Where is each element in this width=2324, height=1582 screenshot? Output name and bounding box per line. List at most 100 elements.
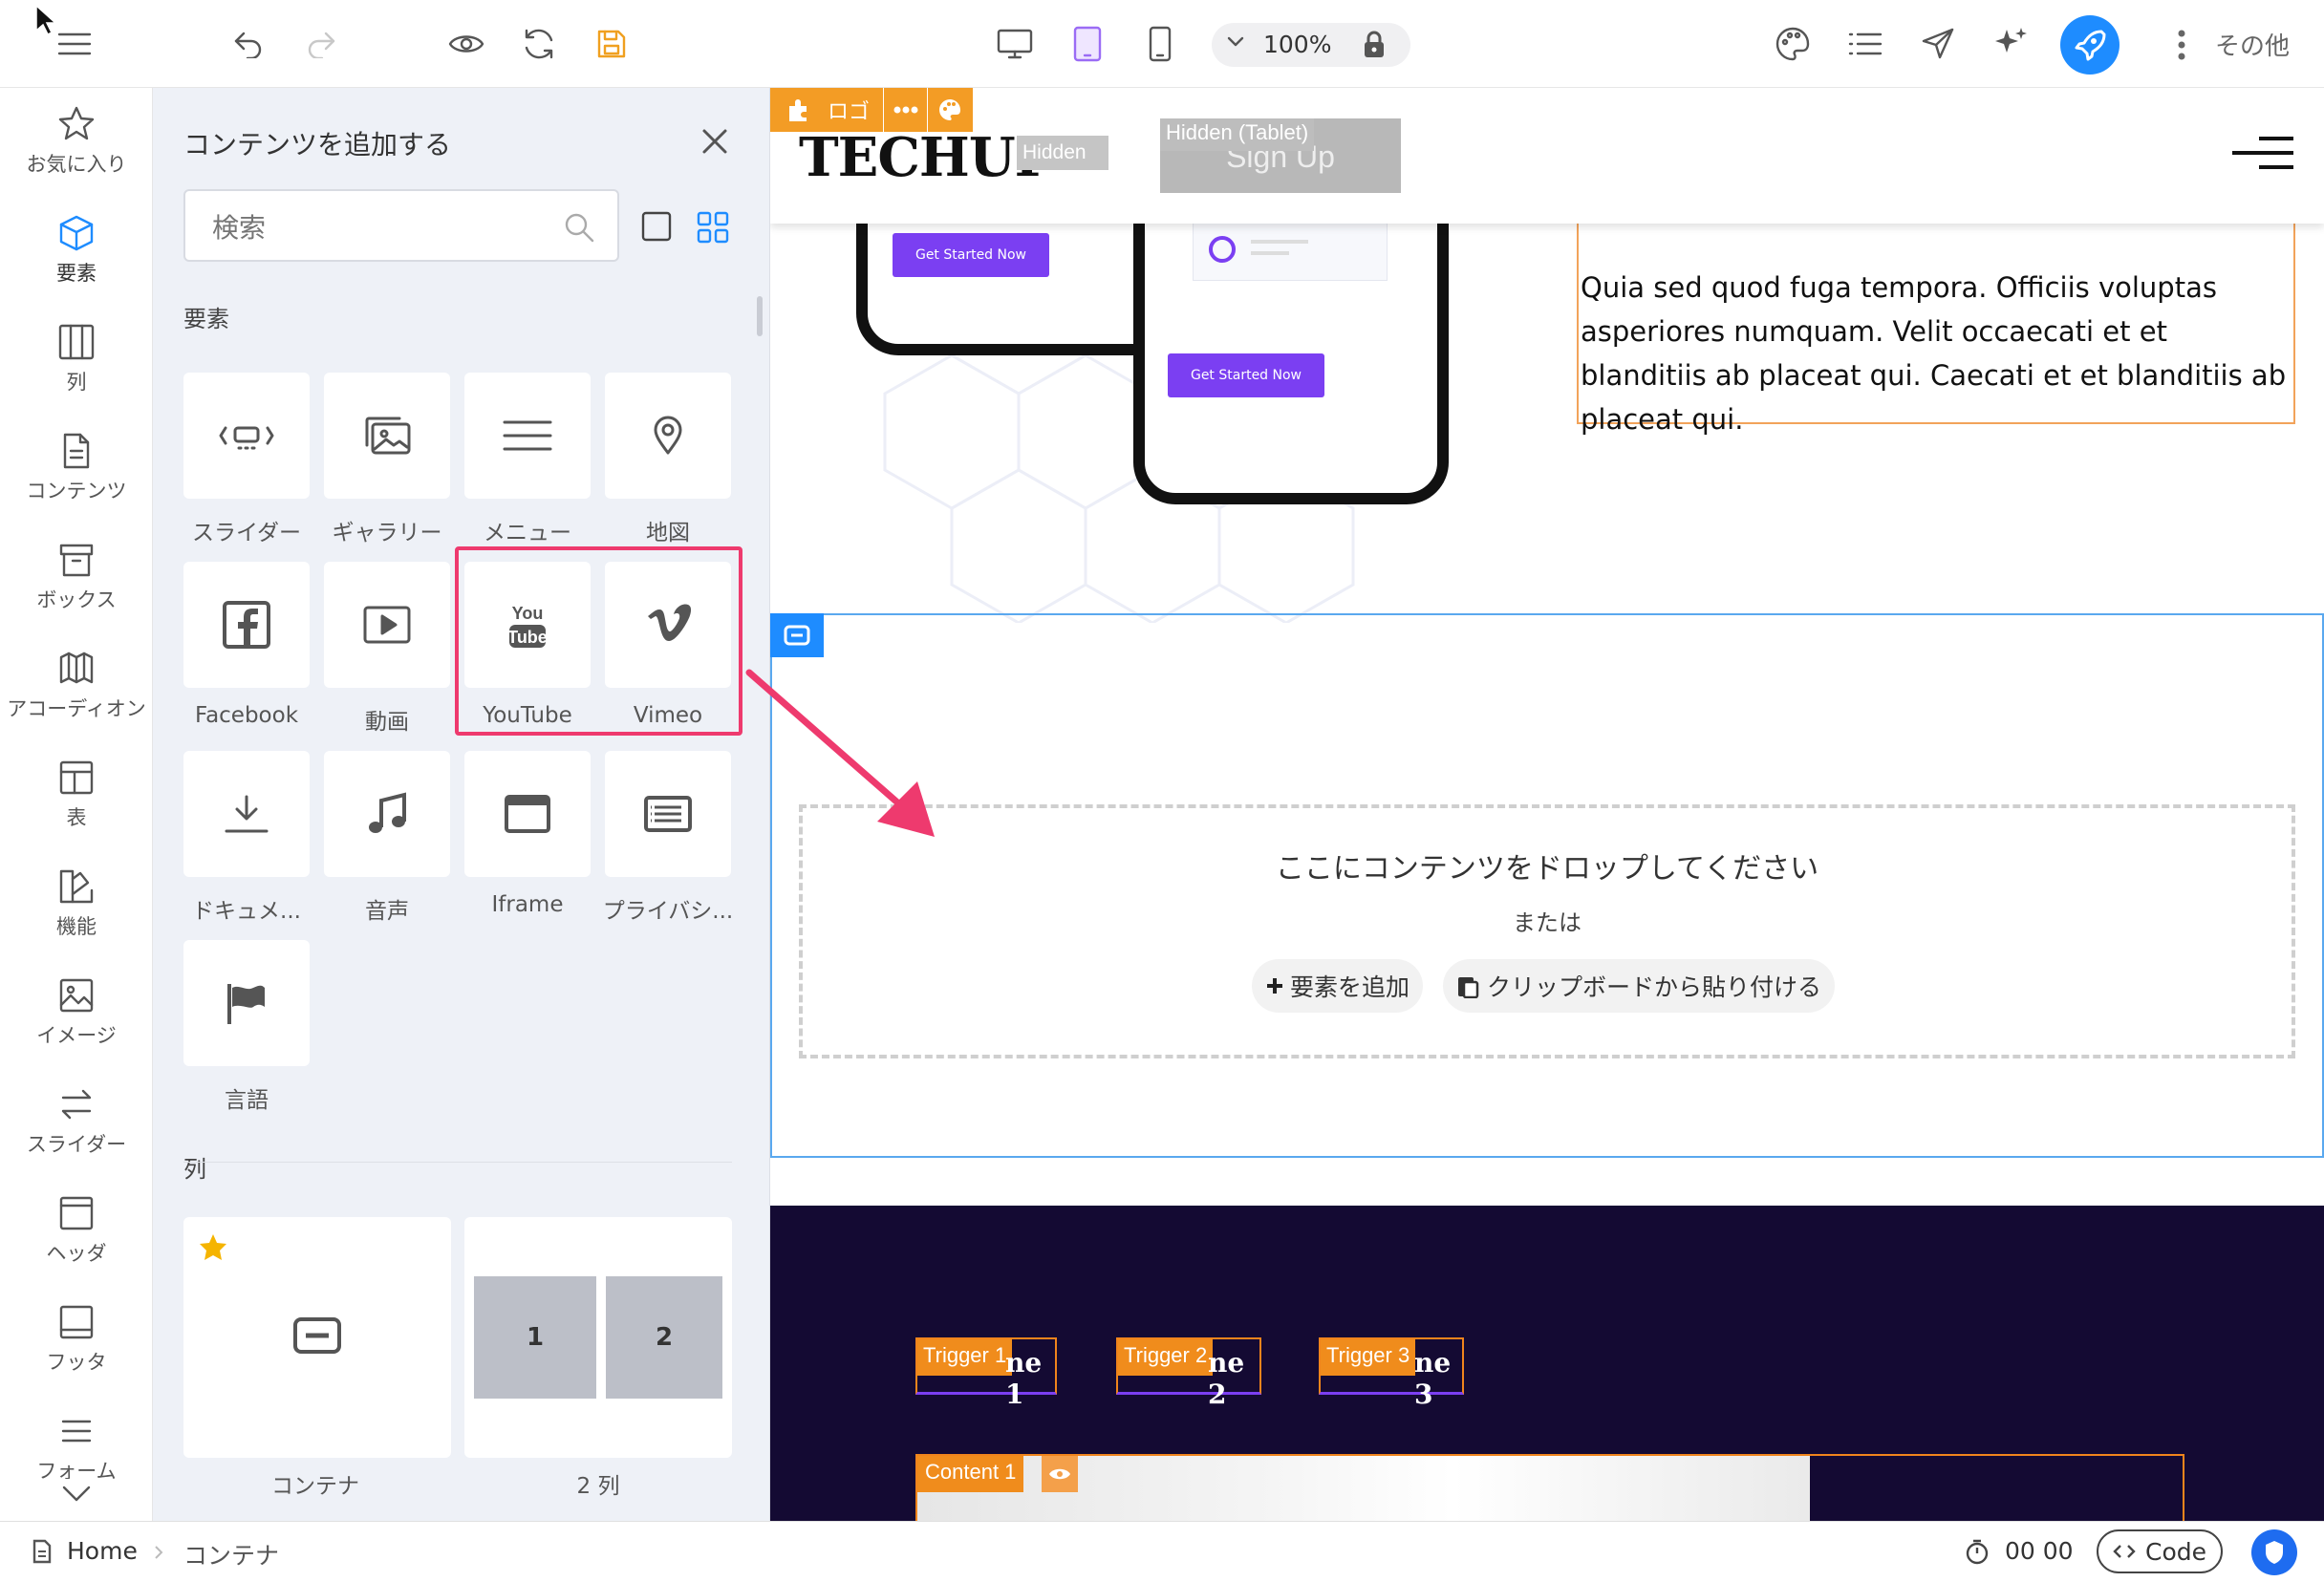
content-panel-1[interactable]: Content 1 (915, 1454, 2184, 1521)
more-vertical-icon[interactable] (2177, 29, 2186, 61)
element-tile-document[interactable] (183, 751, 310, 877)
rail-item-table[interactable]: 表 (0, 759, 153, 831)
rail-label: イメージ (36, 1024, 117, 1047)
element-tile-facebook[interactable] (183, 562, 310, 688)
timer-icon (1966, 1539, 1989, 1565)
rail-item-slider[interactable]: スライダー (0, 1085, 153, 1158)
get-started-button[interactable]: Get Started Now (893, 233, 1049, 277)
send-icon[interactable] (1915, 21, 1961, 67)
close-icon[interactable] (701, 128, 728, 155)
content-tag: Content 1 (917, 1456, 1024, 1492)
rail-label: フォーム (36, 1460, 117, 1479)
column-tile-container[interactable] (183, 1217, 451, 1458)
shield-button[interactable] (2251, 1529, 2297, 1575)
ai-sparkle-icon[interactable] (1988, 21, 2034, 67)
menu-icon (503, 420, 552, 451)
undo-icon[interactable] (226, 21, 271, 67)
element-tile-menu[interactable] (464, 373, 591, 499)
text-block-frame[interactable]: Quia sed quod fuga tempora. Officiis vol… (1577, 222, 2295, 436)
visibility-eye-icon[interactable] (1042, 1456, 1078, 1492)
search-field[interactable] (183, 189, 619, 262)
puzzle-icon (789, 99, 807, 121)
element-tile-iframe[interactable] (464, 751, 591, 877)
chevron-down-icon[interactable] (1227, 36, 1244, 48)
refresh-icon[interactable] (516, 21, 562, 67)
hamburger-menu-icon[interactable] (2230, 136, 2295, 170)
palette-icon[interactable] (1770, 21, 1816, 67)
mobile-view-icon[interactable] (1137, 21, 1183, 67)
drop-zone[interactable]: ここにコンテンツをドロップしてください または 要素を追加 クリップボードから貼… (799, 804, 2295, 1058)
column-cell: 1 (474, 1276, 596, 1399)
rail-scroll-down-icon[interactable] (61, 1485, 92, 1504)
video-icon (363, 606, 411, 644)
zoom-level[interactable]: 100% (1263, 31, 1331, 58)
redo-icon[interactable] (298, 21, 344, 67)
save-icon[interactable] (589, 21, 635, 67)
hamburger-menu-icon[interactable] (52, 21, 97, 67)
rail-item-favorites[interactable]: お気に入り (0, 105, 153, 178)
search-input[interactable] (212, 212, 537, 244)
desktop-view-icon[interactable] (992, 21, 1038, 67)
publish-rocket-button[interactable] (2060, 15, 2120, 75)
rail-item-columns[interactable]: 列 (0, 323, 153, 396)
tablet-view-icon[interactable] (1065, 21, 1110, 67)
rail-item-image[interactable]: イメージ (0, 976, 153, 1049)
rail-item-accordion[interactable]: アコーディオン (0, 650, 153, 722)
rail-item-elements[interactable]: 要素 (0, 214, 153, 287)
element-tile-video[interactable] (324, 562, 450, 688)
lock-icon[interactable] (1363, 31, 1386, 59)
brand-logo[interactable]: TECHUP (799, 126, 1055, 189)
rail-item-header[interactable]: ヘッダ (0, 1194, 153, 1267)
container-handle[interactable] (770, 613, 824, 657)
flag-icon (227, 984, 265, 1024)
rail-item-features[interactable]: 機能 (0, 867, 153, 940)
panel-scrollbar[interactable] (757, 296, 763, 336)
rocket-icon (2075, 30, 2106, 61)
element-tile-slider[interactable] (183, 373, 310, 499)
element-label: 音声 (365, 899, 409, 924)
paste-clipboard-button[interactable]: クリップボードから貼り付ける (1443, 959, 1836, 1013)
element-tile-audio[interactable] (324, 751, 450, 877)
breadcrumb-home[interactable]: Home (67, 1537, 138, 1565)
grid-view-icon[interactable] (696, 210, 730, 245)
trigger-tab-3[interactable]: Trigger 3 ne 3 (1319, 1337, 1464, 1410)
section-divider (183, 1162, 732, 1163)
element-label: Iframe (491, 892, 564, 917)
highlight-box (455, 546, 742, 736)
element-label: 地図 (646, 521, 690, 545)
rail-item-form[interactable]: フォーム (0, 1412, 153, 1479)
preview-eye-icon[interactable] (443, 21, 489, 67)
header-icon (59, 1196, 94, 1230)
element-label: スライダー (191, 521, 302, 545)
swap-arrows-icon (61, 1089, 92, 1120)
get-started-button[interactable]: Get Started Now (1168, 353, 1324, 397)
logo-tag-label[interactable]: ロゴ (828, 95, 883, 125)
map-pin-icon (654, 416, 682, 455)
code-button[interactable]: Code (2097, 1529, 2223, 1573)
code-brackets-icon (2113, 1545, 2136, 1558)
rail-item-content[interactable]: コンテンツ (0, 432, 153, 504)
more-label[interactable]: その他 (2215, 27, 2290, 62)
signup-button[interactable]: Sign Up Hidden (Tablet) (1160, 118, 1401, 193)
rail-item-box[interactable]: ボックス (0, 541, 153, 613)
top-toolbar: 100% その他 (0, 0, 2324, 88)
trigger-tab-2[interactable]: Trigger 2 ne 2 (1116, 1337, 1261, 1410)
column-tile-two-columns[interactable]: 1 2 (464, 1217, 732, 1458)
rail-label: 列 (66, 371, 87, 394)
breadcrumb-current[interactable]: コンテナ (183, 1537, 279, 1571)
add-element-button[interactable]: 要素を追加 (1252, 959, 1424, 1013)
cube-icon (59, 215, 94, 251)
element-tile-gallery[interactable] (324, 373, 450, 499)
single-view-icon[interactable] (640, 210, 673, 243)
container-icon (293, 1317, 341, 1354)
element-tile-privacy[interactable] (605, 751, 731, 877)
rail-item-footer[interactable]: フッタ (0, 1303, 153, 1376)
annotation-arrow-icon (745, 669, 935, 837)
page-icon (32, 1539, 52, 1564)
element-tile-language[interactable] (183, 940, 310, 1066)
accordion-icon (59, 652, 94, 684)
list-icon[interactable] (1842, 21, 1888, 67)
element-tile-map[interactable] (605, 373, 731, 499)
hidden-badge: Hidden (1017, 136, 1108, 170)
trigger-tab-1[interactable]: Trigger 1 ne 1 (915, 1337, 1057, 1410)
